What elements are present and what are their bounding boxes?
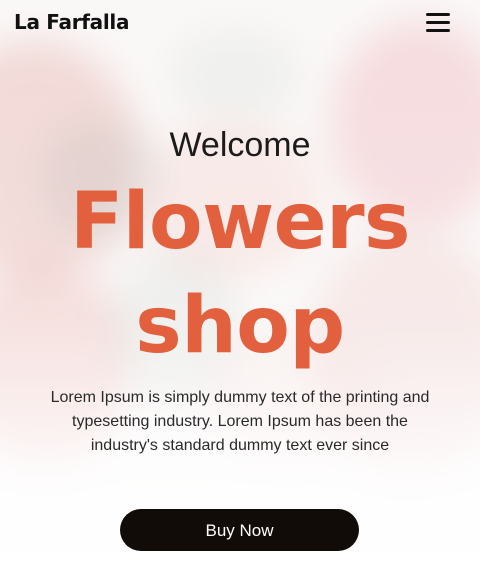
hero-section: Welcome Flowers shop [0,122,480,378]
brand-logo[interactable]: La Farfalla [14,10,129,34]
hero-title-line-2: shop [135,281,345,371]
landing-page: La Farfalla Welcome Flowers shop Lorem I… [0,0,480,576]
description-line: industry's standard dummy text ever sinc… [90,437,390,454]
hero-description: Lorem Ipsum is simply dummy text of the … [20,386,460,458]
menu-bar [426,21,450,24]
description-line: Lorem Ipsum is simply dummy text of the … [50,389,430,406]
site-header: La Farfalla [0,0,480,46]
description-line: typesetting industry. Lorem Ipsum has be… [72,413,408,430]
hero-title-line-1: Flowers [70,177,410,267]
hamburger-menu-icon[interactable] [426,12,450,32]
menu-bar [426,13,450,16]
menu-bar [426,29,450,32]
welcome-heading: Welcome [169,126,311,164]
buy-now-button[interactable]: Buy Now [120,509,359,551]
